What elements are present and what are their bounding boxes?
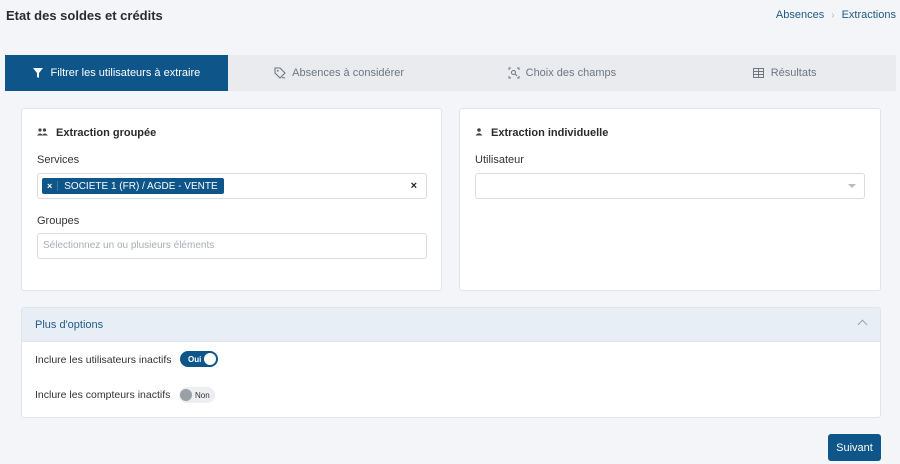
clear-selection-icon[interactable]: × bbox=[411, 180, 417, 192]
inactive-users-toggle[interactable]: Oui bbox=[180, 351, 218, 367]
inactive-counters-toggle-state: Non bbox=[195, 390, 210, 400]
top-bar: Etat des soldes et crédits Absences › Ex… bbox=[0, 0, 900, 36]
more-options-title: Plus d'options bbox=[35, 319, 104, 331]
toggle-knob bbox=[204, 353, 216, 365]
breadcrumb-absences[interactable]: Absences bbox=[776, 9, 824, 21]
services-multiselect[interactable]: × SOCIETE 1 (FR) / AGDE - VENTE × bbox=[37, 173, 427, 199]
user-label: Utilisateur bbox=[475, 154, 524, 166]
breadcrumb: Absences › Extractions bbox=[776, 9, 896, 21]
users-group-icon bbox=[37, 127, 48, 139]
tag-icon bbox=[274, 67, 286, 79]
page-title: Etat des soldes et crédits bbox=[6, 8, 163, 23]
inactive-users-toggle-state: Oui bbox=[188, 354, 202, 364]
more-options-panel: Plus d'options Inclure les utilisateurs … bbox=[21, 307, 881, 418]
breadcrumb-extractions[interactable]: Extractions bbox=[842, 9, 896, 21]
tab-absences-label: Absences à considérer bbox=[292, 67, 405, 79]
tab-filter-users[interactable]: Filtrer les utilisateurs à extraire bbox=[5, 55, 228, 91]
service-tag-label: SOCIETE 1 (FR) / AGDE - VENTE bbox=[64, 180, 218, 192]
wizard-tabs: Filtrer les utilisateurs à extraire Abse… bbox=[5, 55, 896, 91]
individual-extraction-title: Extraction individuelle bbox=[491, 127, 609, 139]
user-icon bbox=[475, 127, 483, 139]
tab-results-label: Résultats bbox=[770, 67, 817, 79]
breadcrumb-separator-icon: › bbox=[831, 9, 835, 21]
groups-placeholder: Sélectionnez un ou plusieurs éléments bbox=[43, 240, 215, 251]
toggle-knob bbox=[180, 389, 192, 401]
group-extraction-header: Extraction groupée bbox=[37, 127, 156, 139]
tab-absences[interactable]: Absences à considérer bbox=[228, 55, 451, 91]
more-options-header[interactable]: Plus d'options bbox=[22, 308, 880, 342]
table-icon bbox=[753, 67, 765, 79]
user-select[interactable] bbox=[475, 173, 865, 199]
tab-fields-label: Choix des champs bbox=[525, 67, 617, 79]
group-extraction-title: Extraction groupée bbox=[56, 127, 157, 139]
individual-extraction-header: Extraction individuelle bbox=[475, 127, 608, 139]
next-button[interactable]: Suivant bbox=[828, 434, 881, 461]
service-tag: × SOCIETE 1 (FR) / AGDE - VENTE bbox=[42, 178, 224, 194]
chevron-down-icon bbox=[848, 184, 856, 188]
tab-results[interactable]: Résultats bbox=[673, 55, 896, 91]
groups-label: Groupes bbox=[37, 215, 80, 227]
tab-filter-users-label: Filtrer les utilisateurs à extraire bbox=[50, 67, 201, 79]
tab-fields[interactable]: Choix des champs bbox=[451, 55, 674, 91]
group-extraction-panel: Extraction groupée Services × SOCIETE 1 … bbox=[21, 108, 442, 291]
field-select-icon bbox=[508, 67, 520, 79]
remove-tag-icon[interactable]: × bbox=[42, 181, 59, 191]
filter-icon bbox=[32, 67, 44, 79]
inactive-users-label: Inclure les utilisateurs inactifs bbox=[35, 354, 172, 366]
groups-multiselect[interactable]: Sélectionnez un ou plusieurs éléments bbox=[37, 233, 427, 259]
chevron-up-icon[interactable] bbox=[857, 319, 868, 330]
individual-extraction-panel: Extraction individuelle Utilisateur bbox=[459, 108, 881, 291]
services-label: Services bbox=[37, 154, 80, 166]
inactive-counters-label: Inclure les compteurs inactifs bbox=[35, 389, 171, 401]
inactive-counters-toggle[interactable]: Non bbox=[179, 387, 215, 403]
